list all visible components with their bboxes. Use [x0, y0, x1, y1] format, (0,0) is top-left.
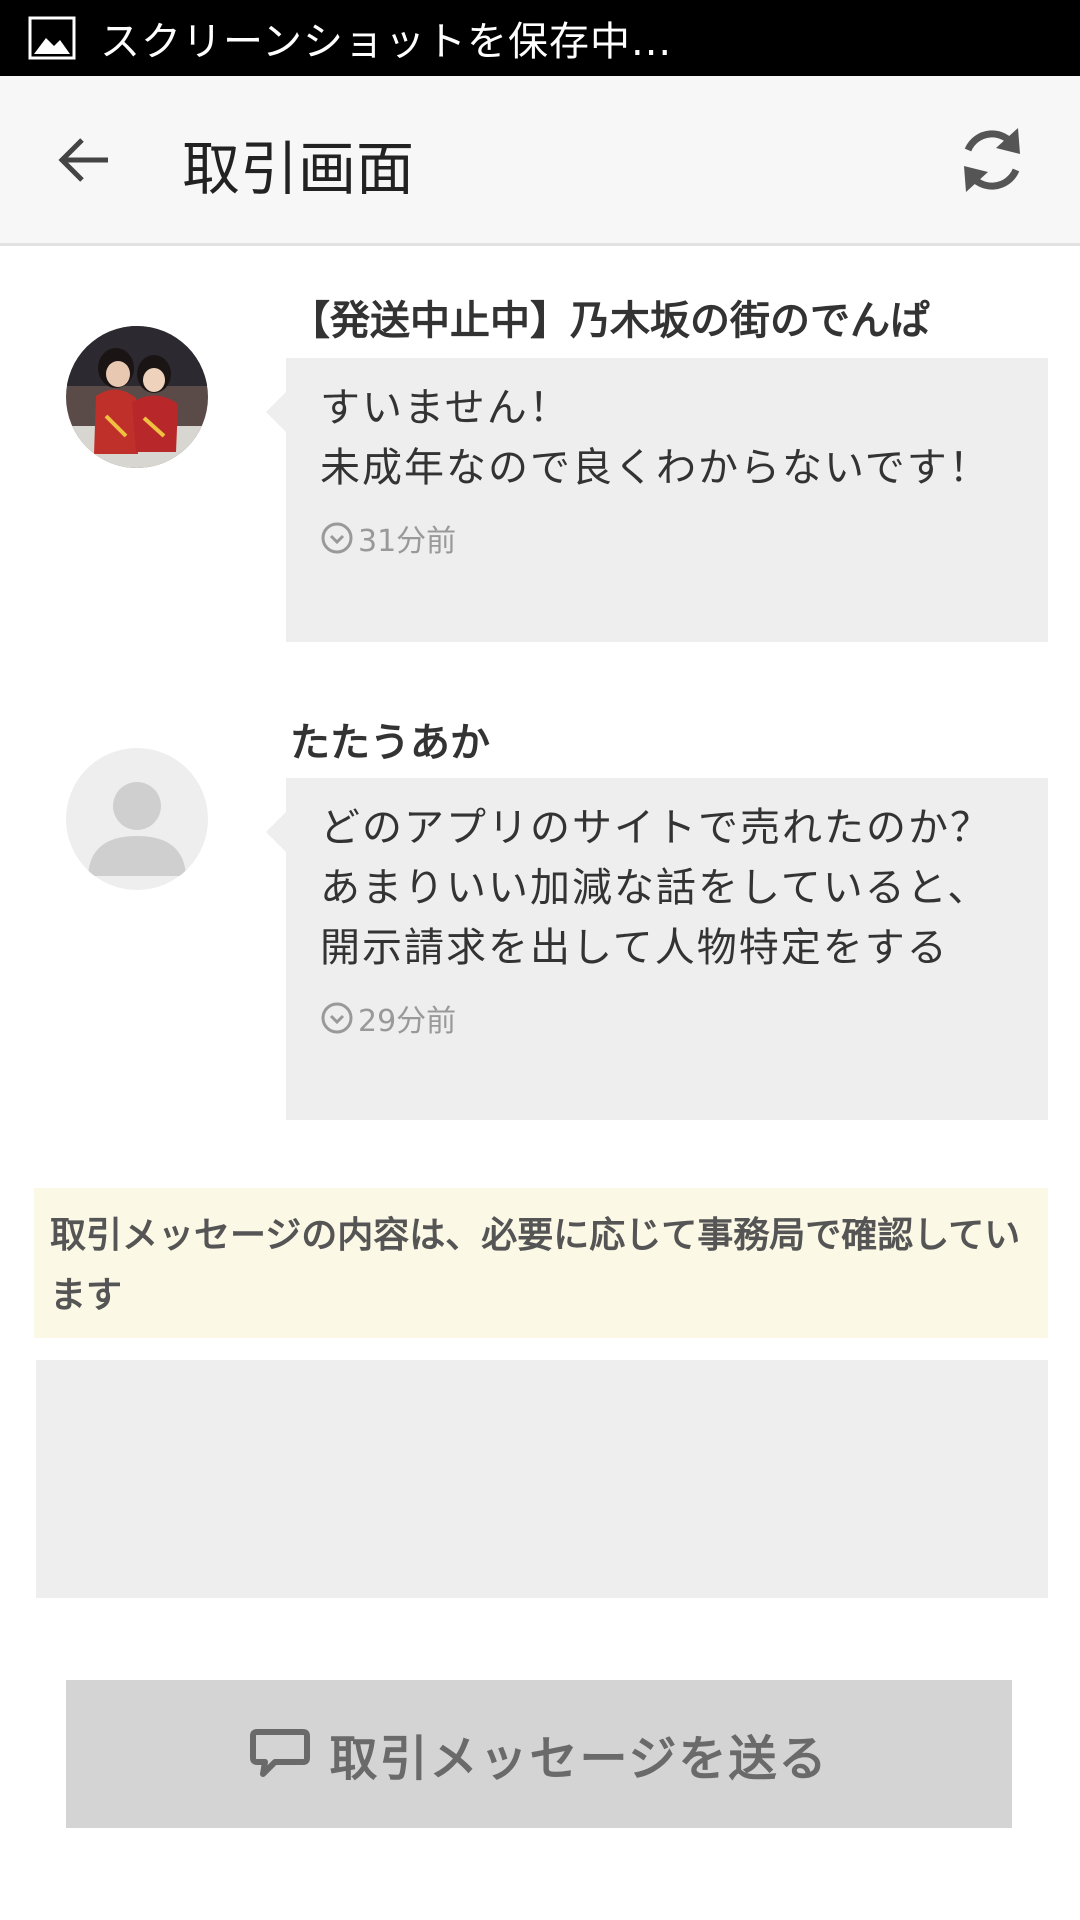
app-bar: 取引画面 [0, 76, 1080, 246]
moderation-notice: 取引メッセージの内容は、必要に応じて事務局で確認しています [34, 1188, 1048, 1338]
timestamp: 31分前 [320, 516, 1014, 560]
message-text: どのアプリのサイトで売れたのか？あまりいい加減な話をしていると、開示請求を出して… [320, 805, 992, 971]
status-text: スクリーンショットを保存中... [100, 19, 673, 65]
timestamp-text: 31分前 [358, 524, 457, 559]
timestamp: 29分前 [320, 996, 1014, 1040]
sender-name: 【発送中止中】乃木坂の街のでんぱ [290, 298, 930, 344]
back-arrow-icon[interactable] [52, 128, 116, 192]
status-bar: スクリーンショットを保存中... [0, 0, 1080, 76]
default-avatar-icon [88, 782, 186, 876]
sender-name: たたうあか [290, 720, 490, 766]
clock-icon [321, 1002, 353, 1034]
page-title: 取引画面 [182, 135, 415, 203]
message-bubble: すいません！ 未成年なので良くわからないです！ 31分前 [266, 358, 1048, 642]
refresh-icon[interactable] [952, 120, 1032, 200]
clock-icon [321, 522, 353, 554]
timestamp-text: 29分前 [358, 1004, 457, 1039]
send-message-button[interactable]: 取引メッセージを送る [66, 1680, 1012, 1828]
avatar[interactable] [66, 326, 208, 468]
speech-bubble-icon [250, 1729, 311, 1777]
image-icon [28, 16, 76, 60]
avatar[interactable] [66, 748, 208, 890]
send-button-label: 取引メッセージを送る [329, 1731, 829, 1787]
message-input[interactable] [36, 1360, 1048, 1598]
message-text: すいません！ 未成年なので良くわからないです！ [320, 385, 991, 491]
message-bubble: どのアプリのサイトで売れたのか？あまりいい加減な話をしていると、開示請求を出して… [266, 778, 1048, 1120]
